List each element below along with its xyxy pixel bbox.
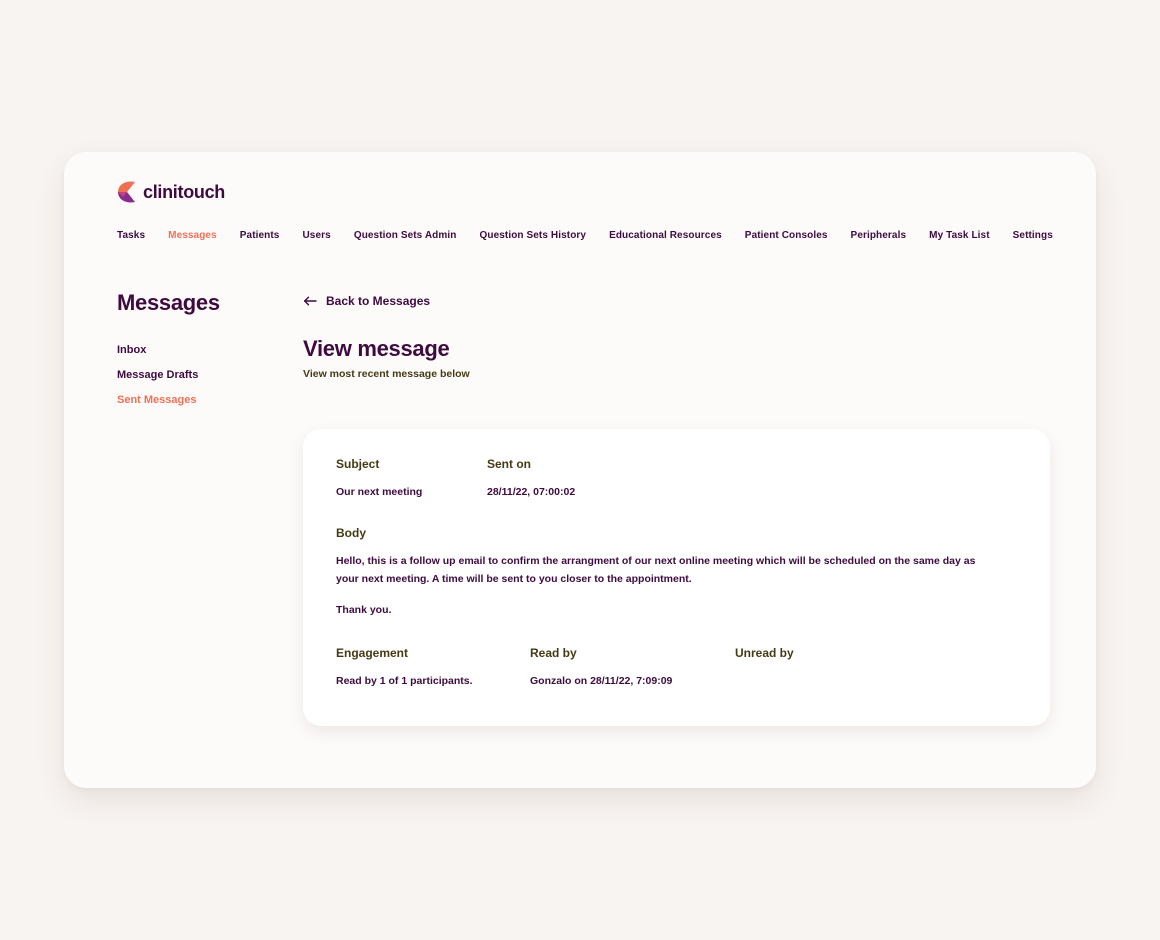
nav-item-users[interactable]: Users — [302, 230, 330, 241]
nav-item-my-task-list[interactable]: My Task List — [929, 230, 989, 241]
sidebar-item-message-drafts[interactable]: Message Drafts — [117, 369, 198, 381]
arrow-left-icon — [303, 296, 317, 306]
nav-item-peripherals[interactable]: Peripherals — [851, 230, 907, 241]
nav-item-question-sets-history[interactable]: Question Sets History — [479, 230, 586, 241]
nav-item-question-sets-admin[interactable]: Question Sets Admin — [354, 230, 457, 241]
message-card: Subject Sent on Our next meeting 28/11/2… — [303, 429, 1050, 726]
page-title: View message — [303, 336, 450, 361]
app-window: clinitouch Tasks Messages Patients Users… — [64, 152, 1096, 788]
nav-item-patient-consoles[interactable]: Patient Consoles — [745, 230, 828, 241]
sidebar-menu: Inbox Message Drafts Sent Messages — [117, 344, 198, 419]
nav-item-messages[interactable]: Messages — [168, 230, 217, 241]
nav-item-tasks[interactable]: Tasks — [117, 230, 145, 241]
nav-item-educational-resources[interactable]: Educational Resources — [609, 230, 722, 241]
message-signoff: Thank you. — [336, 604, 392, 616]
nav-item-patients[interactable]: Patients — [240, 230, 280, 241]
top-navigation: Tasks Messages Patients Users Question S… — [117, 230, 1053, 241]
brand-name: clinitouch — [143, 181, 225, 202]
sidebar-item-inbox[interactable]: Inbox — [117, 344, 198, 356]
message-body: Hello, this is a follow up email to conf… — [336, 555, 976, 585]
sidebar-title: Messages — [117, 290, 220, 315]
unread-by-label: Unread by — [735, 646, 794, 660]
subject-label: Subject — [336, 457, 380, 471]
page-subtitle: View most recent message below — [303, 368, 470, 380]
back-to-messages-link[interactable]: Back to Messages — [303, 294, 430, 308]
sidebar-item-sent-messages[interactable]: Sent Messages — [117, 394, 198, 406]
nav-item-settings[interactable]: Settings — [1013, 230, 1053, 241]
clinitouch-logo-icon — [118, 181, 135, 203]
body-label: Body — [336, 526, 366, 540]
engagement-value: Read by 1 of 1 participants. — [336, 675, 473, 687]
sent-on-label: Sent on — [487, 457, 531, 471]
sent-on-value: 28/11/22, 07:00:02 — [487, 486, 576, 498]
read-by-value: Gonzalo on 28/11/22, 7:09:09 — [530, 675, 673, 687]
read-by-label: Read by — [530, 646, 577, 660]
brand-logo[interactable]: clinitouch — [117, 180, 225, 204]
engagement-label: Engagement — [336, 646, 409, 660]
back-link-label: Back to Messages — [326, 294, 431, 308]
subject-value: Our next meeting — [336, 486, 423, 498]
